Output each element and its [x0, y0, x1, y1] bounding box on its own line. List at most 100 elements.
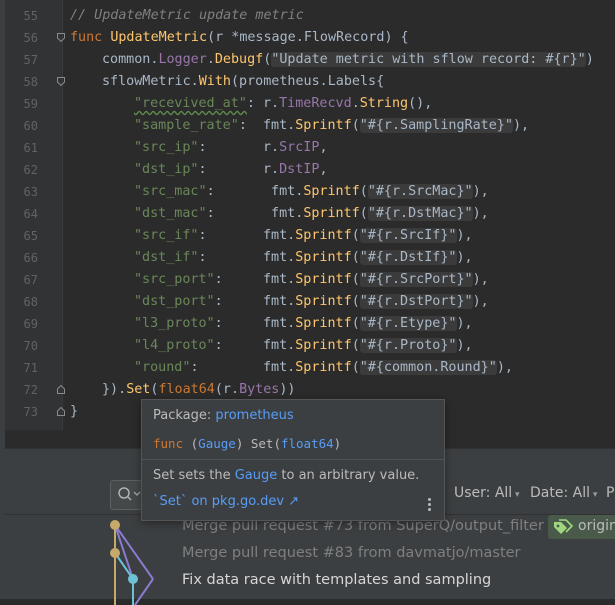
code-text[interactable]: "src_ip": r.SrcIP, — [134, 137, 328, 159]
param-type-link[interactable]: float64 — [281, 436, 334, 451]
signature-fragment: ) — [333, 436, 342, 451]
user-filter-label: User: All — [454, 485, 513, 501]
more-options-icon[interactable] — [428, 498, 432, 514]
field-ref: Logger — [158, 52, 207, 67]
code-line-55[interactable]: 55 // UpdateMetric update metric — [0, 5, 615, 27]
string-literal: "sample_rate" — [134, 118, 239, 133]
string-literal: "#{r.Proto}" — [359, 338, 457, 353]
external-doc-link[interactable]: `Set` on pkg.go.dev ↗ — [153, 494, 299, 509]
code-fragment: ( — [359, 206, 368, 221]
code-text[interactable]: }).Set(float64(r.Bytes)) — [102, 379, 296, 401]
line-number: 66 — [23, 251, 38, 265]
user-filter[interactable]: User: All ▾ — [454, 485, 520, 501]
line-number: 71 — [23, 361, 38, 375]
field-ref: SrcIP — [279, 140, 320, 155]
code-text[interactable]: "dst_if": fmt.Sprintf("#{r.DstIf}"), — [134, 247, 473, 269]
string-literal: "dst_ip" — [134, 162, 199, 177]
code-line-65[interactable]: 65 "src_if": fmt.Sprintf("#{r.SrcIf}"), — [0, 225, 615, 247]
popup-package-row: Package: prometheus — [153, 408, 294, 423]
line-number: 72 — [23, 383, 38, 397]
code-fragment: ), — [472, 206, 489, 221]
chevron-down-icon: ▾ — [590, 490, 598, 500]
signature-keyword: func — [153, 436, 184, 451]
popup-divider — [142, 459, 444, 460]
code-line-71[interactable]: 71 "round": fmt.Sprintf("#{common.Round}… — [0, 357, 615, 379]
method-call: With — [198, 74, 231, 89]
string-literal: "l3_proto" — [134, 316, 215, 331]
code-line-56[interactable]: 56 func UpdateMetric(r *message.FlowReco… — [0, 27, 615, 49]
quick-doc-popup[interactable]: Package: prometheus func (Gauge) Set(flo… — [141, 399, 445, 521]
date-filter[interactable]: Date: All ▾ — [530, 485, 597, 501]
code-text[interactable]: "dst_mac": fmt.Sprintf("#{r.DstMac}"), — [134, 203, 489, 225]
chevron-down-icon: ▾ — [512, 490, 520, 500]
fold-close-icon[interactable] — [57, 407, 65, 416]
string-literal: "#{r.Etype}" — [359, 316, 457, 331]
signature-fragment: ) Set( — [235, 436, 281, 451]
code-line-69[interactable]: 69 "l3_proto": fmt.Sprintf("#{r.Etype}")… — [0, 313, 615, 335]
commit-row[interactable]: Merge pull request #83 from davmatjo/mas… — [182, 545, 521, 561]
code-fragment: )) — [279, 382, 296, 397]
code-fragment: ), — [496, 360, 513, 375]
tool-window-strip — [0, 0, 5, 598]
code-text[interactable]: "round": fmt.Sprintf("#{common.Round}"), — [134, 357, 513, 379]
line-number: 67 — [23, 273, 38, 287]
code-text[interactable]: common.Logger.Debugf("Update metric with… — [102, 49, 594, 71]
code-text[interactable]: "sample_rate": fmt.Sprintf("#{r.Sampling… — [134, 115, 529, 137]
code-line-61[interactable]: 61 "src_ip": r.SrcIP, — [0, 137, 615, 159]
code-line-59[interactable]: 59 "recevived_at": r.TimeRecvd.String(), — [0, 93, 615, 115]
code-fragment: : fmt. — [214, 338, 296, 353]
line-number: 56 — [23, 31, 38, 45]
code-text[interactable]: // UpdateMetric update metric — [70, 5, 304, 27]
code-fragment: ) — [585, 52, 594, 67]
method-call: Sprintf — [295, 338, 352, 353]
code-fragment: : r. — [246, 96, 280, 111]
code-line-62[interactable]: 62 "dst_ip": r.DstIP, — [0, 159, 615, 181]
code-fragment: sflowMetric. — [102, 74, 199, 89]
code-line-64[interactable]: 64 "dst_mac": fmt.Sprintf("#{r.DstMac}")… — [0, 203, 615, 225]
method-call: Sprintf — [295, 316, 352, 331]
method-call: Sprintf — [303, 184, 360, 199]
package-link[interactable]: prometheus — [215, 408, 293, 423]
code-text[interactable]: "recevived_at": r.TimeRecvd.String(), — [134, 93, 432, 115]
code-line-67[interactable]: 67 "src_port": fmt.Sprintf("#{r.SrcPort}… — [0, 269, 615, 291]
code-line-57[interactable]: 57 common.Logger.Debugf("Update metric w… — [0, 49, 615, 71]
code-text[interactable]: "src_port": fmt.Sprintf("#{r.SrcPort}"), — [134, 269, 489, 291]
receiver-type-link[interactable]: Gauge — [198, 436, 236, 451]
fold-open-icon[interactable] — [57, 33, 65, 42]
line-number: 65 — [23, 229, 38, 243]
code-line-60[interactable]: 60 "sample_rate": fmt.Sprintf("#{r.Sampl… — [0, 115, 615, 137]
code-line-66[interactable]: 66 "dst_if": fmt.Sprintf("#{r.DstIf}"), — [0, 247, 615, 269]
string-literal: "#{r.DstPort}" — [359, 294, 473, 309]
code-editor[interactable]: 55 // UpdateMetric update metric 56 func… — [0, 0, 615, 430]
code-text[interactable]: "src_mac": fmt.Sprintf("#{r.SrcMac}"), — [134, 181, 489, 203]
path-filter[interactable]: P — [606, 485, 614, 501]
code-text[interactable]: } — [70, 401, 78, 423]
code-fragment: }). — [102, 382, 127, 397]
method-call: Sprintf — [295, 294, 352, 309]
fold-close-icon[interactable] — [57, 385, 65, 394]
code-text[interactable]: sflowMetric.With(prometheus.Labels{ — [102, 71, 384, 93]
code-line-63[interactable]: 63 "src_mac": fmt.Sprintf("#{r.SrcMac}")… — [0, 181, 615, 203]
package-ref: message — [239, 30, 296, 45]
code-text[interactable]: "dst_ip": r.DstIP, — [134, 159, 328, 181]
code-line-58[interactable]: 58 sflowMetric.With(prometheus.Labels{ — [0, 71, 615, 93]
code-text[interactable]: "src_if": fmt.Sprintf("#{r.SrcIf}"), — [134, 225, 473, 247]
code-text[interactable]: func UpdateMetric(r *message.FlowRecord)… — [70, 27, 409, 49]
code-fragment: : fmt. — [238, 118, 296, 133]
code-line-72[interactable]: 72 }).Set(float64(r.Bytes)) — [0, 379, 615, 401]
code-line-70[interactable]: 70 "l4_proto": fmt.Sprintf("#{r.Proto}")… — [0, 335, 615, 357]
fold-open-icon[interactable] — [57, 77, 65, 86]
code-line-68[interactable]: 68 "dst_port": fmt.Sprintf("#{r.DstPort}… — [0, 291, 615, 313]
code-fragment: . — [351, 96, 360, 111]
string-literal: "src_mac" — [134, 184, 207, 199]
line-number: 63 — [23, 185, 38, 199]
code-text[interactable]: "l3_proto": fmt.Sprintf("#{r.Etype}"), — [134, 313, 473, 335]
string-literal: "#{r.SamplingRate}" — [359, 118, 513, 133]
description-link[interactable]: Gauge — [235, 468, 278, 483]
code-fragment: ), — [472, 184, 489, 199]
code-text[interactable]: "dst_port": fmt.Sprintf("#{r.DstPort}"), — [134, 291, 489, 313]
code-fragment: ), — [456, 228, 473, 243]
code-fragment: ) { — [384, 30, 409, 45]
code-text[interactable]: "l4_proto": fmt.Sprintf("#{r.Proto}"), — [134, 335, 473, 357]
commit-row[interactable]: Fix data race with templates and samplin… — [182, 572, 491, 588]
